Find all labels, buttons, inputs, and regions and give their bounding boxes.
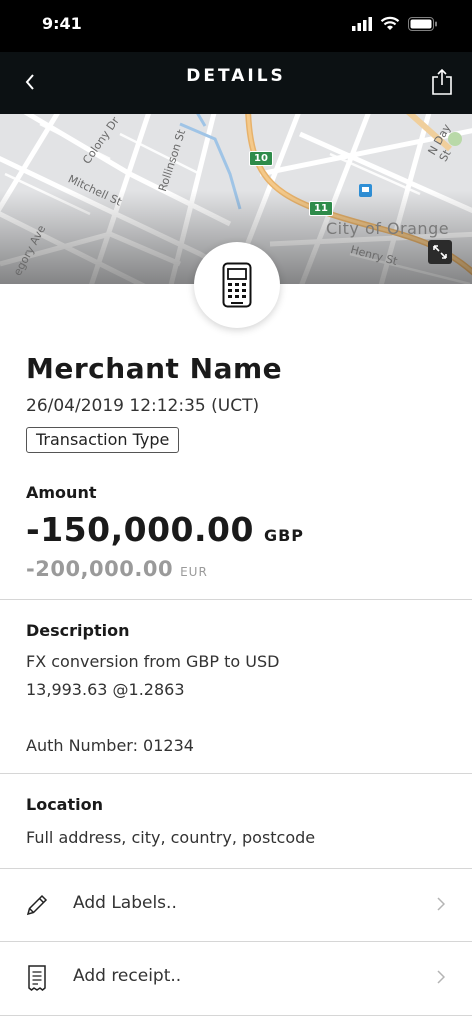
amount-primary: -150,000.00 GBP: [26, 510, 304, 549]
merchant-avatar: [194, 242, 280, 328]
map-route-marker: 10: [249, 151, 273, 166]
transaction-type-badge: Transaction Type: [26, 427, 180, 453]
status-bar: 9:41: [0, 0, 472, 52]
description-label: Description: [26, 621, 130, 640]
status-time: 9:41: [42, 14, 82, 33]
expand-icon: [433, 245, 447, 259]
wifi-icon: [380, 16, 400, 35]
chevron-right-icon: [434, 968, 448, 986]
card-terminal-icon: [222, 262, 252, 308]
add-receipt-row[interactable]: Add receipt..: [0, 942, 472, 1014]
battery-icon: [408, 16, 438, 35]
divider: [0, 1015, 472, 1016]
amount-secondary-value: -200,000.00: [26, 557, 174, 581]
location-address: Full address, city, country, postcode: [26, 828, 316, 847]
amount-secondary: -200,000.00 EUR: [26, 557, 208, 581]
merchant-name: Merchant Name: [26, 352, 283, 385]
amount-primary-value: -150,000.00: [26, 510, 254, 549]
navigation-bar: DETAILS: [0, 52, 472, 114]
auth-number: Auth Number: 01234: [26, 736, 194, 755]
share-button[interactable]: [426, 62, 458, 102]
cellular-signal-icon: [352, 16, 372, 35]
add-labels-row[interactable]: Add Labels..: [0, 869, 472, 941]
chevron-right-icon: [434, 895, 448, 913]
location-label: Location: [26, 795, 103, 814]
transaction-datetime: 26/04/2019 12:12:35 (UCT): [26, 396, 260, 416]
expand-map-button[interactable]: [428, 240, 452, 264]
share-icon: [432, 68, 452, 95]
pencil-icon: [24, 891, 50, 919]
amount-primary-currency: GBP: [263, 526, 305, 545]
divider: [0, 599, 472, 600]
description-line: FX conversion from GBP to USD: [26, 652, 280, 671]
add-labels-label: Add Labels..: [73, 893, 177, 913]
status-icons: [352, 16, 438, 35]
receipt-icon: [24, 964, 50, 992]
add-receipt-label: Add receipt..: [73, 966, 182, 986]
map-city-label: City of Orange: [326, 219, 450, 238]
amount-label: Amount: [26, 483, 97, 502]
description-line: 13,993.63 @1.2863: [26, 680, 185, 699]
map-route-marker: 11: [309, 201, 333, 216]
page-title: DETAILS: [186, 66, 286, 86]
amount-secondary-currency: EUR: [180, 565, 208, 579]
divider: [0, 773, 472, 774]
